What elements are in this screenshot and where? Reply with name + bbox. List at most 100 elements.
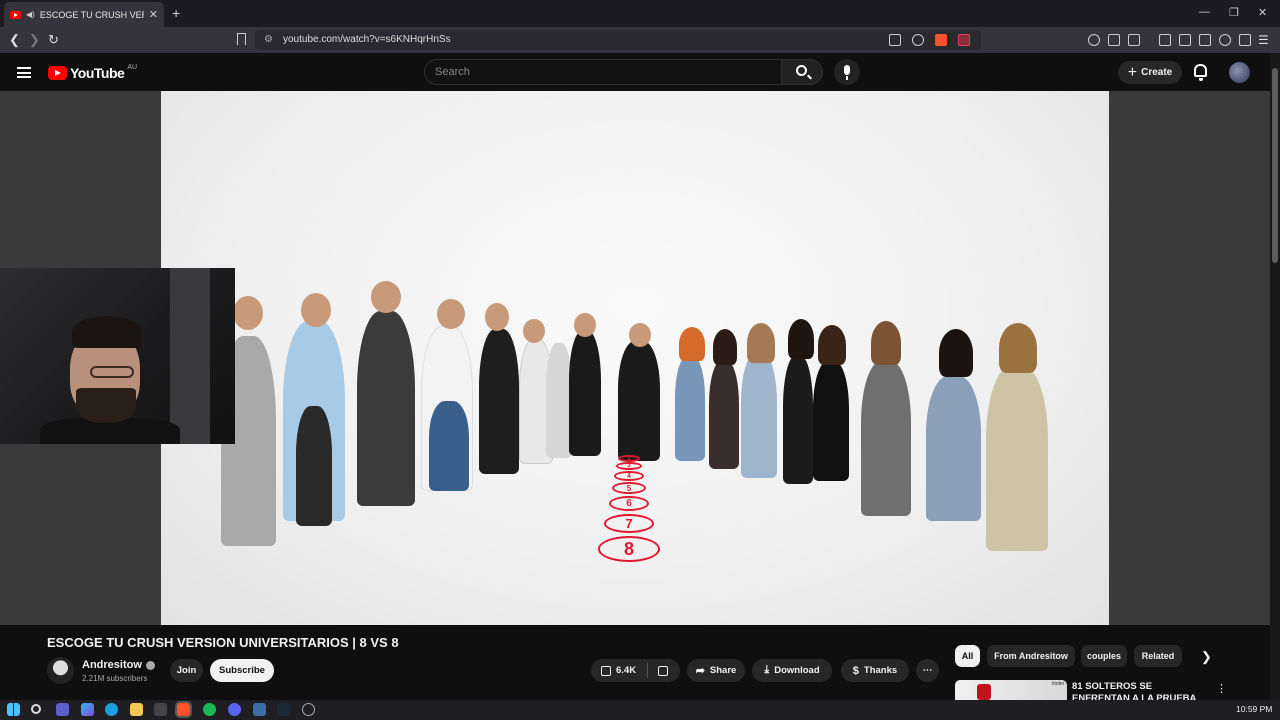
contestant-hair [818, 325, 846, 365]
taskbar-clock[interactable]: 10:59 PM [1236, 704, 1272, 714]
audio-playing-icon[interactable]: ◀) [26, 10, 35, 19]
tab-close-icon[interactable]: ✕ [149, 8, 158, 21]
windows-start-icon[interactable] [7, 703, 20, 716]
recommendation-title[interactable]: 81 SOLTEROS SE ENFRENTAN A LA PRUEBA DEL… [1072, 681, 1212, 700]
hamburger-menu-icon[interactable] [17, 67, 31, 78]
youtube-logo[interactable]: YouTube AU [48, 64, 137, 81]
create-button[interactable]: + Create [1118, 61, 1182, 84]
taskbar-search-icon[interactable] [31, 704, 41, 714]
channel-name-row[interactable]: Andresitow [82, 659, 155, 671]
copilot-icon[interactable] [81, 703, 94, 716]
download-icon: ⤓ [764, 664, 770, 676]
floor-number: 2 [618, 455, 640, 462]
contestant-figure [618, 341, 660, 461]
minimize-button[interactable]: — [1199, 6, 1210, 18]
sidebar-icon[interactable] [1179, 34, 1191, 46]
forward-icon[interactable]: ❯ [29, 32, 40, 48]
chips-next-chevron-icon[interactable]: ❯ [1201, 649, 1212, 665]
notifications-bell-icon[interactable] [1194, 64, 1207, 81]
address-bar[interactable]: ⚙ youtube.com/watch?v=s6KNHqrHnSs [255, 30, 981, 50]
like-dislike-group[interactable]: 6.4K [591, 659, 680, 682]
store-icon[interactable] [154, 703, 167, 716]
extension-s-icon[interactable] [1088, 34, 1100, 46]
media-icon[interactable] [1159, 34, 1171, 46]
steam-icon[interactable] [277, 703, 290, 716]
app-circle-icon[interactable] [302, 703, 315, 716]
chip-couples[interactable]: couples [1081, 645, 1127, 667]
contestant-head [437, 299, 465, 329]
new-tab-button[interactable]: + [172, 5, 180, 21]
teams-icon[interactable] [56, 703, 69, 716]
search-button[interactable] [781, 59, 823, 85]
channel-name[interactable]: Andresitow [82, 659, 142, 671]
thanks-label: Thanks [863, 665, 898, 676]
contestant-head [574, 313, 596, 337]
brave-taskbar-icon[interactable] [175, 701, 192, 718]
create-label: Create [1141, 67, 1173, 78]
channel-avatar[interactable] [47, 657, 74, 684]
chip-related[interactable]: Related [1134, 645, 1182, 667]
close-window-button[interactable]: ✕ [1258, 6, 1267, 19]
bookmark-icon[interactable] [237, 33, 246, 45]
tab-title: ESCOGE TU CRUSH VERSION [39, 9, 144, 20]
share-label: Share [709, 665, 737, 676]
contestant-head [629, 323, 651, 347]
contestant-hair [747, 323, 775, 363]
user-avatar[interactable] [1229, 62, 1250, 83]
contestant-hair [713, 329, 737, 365]
contestant-hair [788, 319, 814, 359]
share-button[interactable]: ➦ Share [687, 659, 745, 682]
video-player[interactable]: 8 7 6 5 4 3 2 [161, 91, 1109, 625]
leo-ai-icon[interactable] [1219, 34, 1231, 46]
edge-icon[interactable] [105, 703, 118, 716]
thumbs-up-icon[interactable] [601, 665, 611, 676]
voice-search-icon[interactable] [834, 59, 860, 85]
back-icon[interactable]: ❮ [9, 32, 20, 48]
join-button[interactable]: Join [170, 659, 203, 682]
contestant-figure [709, 361, 739, 469]
wallet-icon[interactable] [1199, 34, 1211, 46]
site-info-icon[interactable]: ⚙ [264, 34, 273, 45]
screenshot-icon[interactable] [1128, 34, 1140, 46]
contestant-hair [679, 327, 705, 361]
reload-icon[interactable]: ↻ [48, 32, 59, 48]
file-explorer-icon[interactable] [130, 703, 143, 716]
brave-rewards-icon[interactable] [958, 34, 970, 46]
subscribe-button[interactable]: Subscribe [210, 659, 274, 682]
app-icon[interactable] [253, 703, 266, 716]
more-actions-button[interactable]: ⋯ [916, 659, 939, 682]
contestant-head [233, 296, 263, 330]
scrollbar-thumb[interactable] [1272, 68, 1278, 263]
webcam-overlay [0, 268, 235, 444]
chip-all[interactable]: All [955, 645, 980, 667]
verified-check-icon [145, 660, 155, 670]
cast-icon[interactable] [889, 34, 901, 46]
search-input[interactable]: Search [424, 59, 782, 85]
contestant-figure [296, 406, 332, 526]
floor-number: 6 [609, 496, 649, 511]
discord-icon[interactable] [228, 703, 241, 716]
webcam-background-door [170, 268, 210, 444]
extensions-icon[interactable] [1108, 34, 1120, 46]
contestant-figure [569, 331, 601, 456]
recommendation-thumbnail[interactable]: tinder [955, 680, 1067, 700]
youtube-play-icon [48, 66, 67, 80]
contestant-figure [861, 361, 911, 516]
recommendation-menu-icon[interactable]: ⋮ [1216, 682, 1227, 695]
contestant-figure [986, 366, 1048, 551]
browser-tab[interactable]: ◀) ESCOGE TU CRUSH VERSION ✕ [4, 2, 164, 27]
thumbs-down-icon[interactable] [658, 665, 669, 676]
browser-menu-icon[interactable]: ☰ [1258, 33, 1269, 47]
vpn-icon[interactable] [1239, 34, 1251, 46]
youtube-wordmark: YouTube [70, 65, 125, 81]
chip-from-andresitow[interactable]: From Andresitow [987, 645, 1075, 667]
spotify-icon[interactable] [203, 703, 216, 716]
subscriber-count: 2.21M subscribers [82, 674, 148, 683]
restore-button[interactable]: ❐ [1229, 6, 1239, 19]
share-page-icon[interactable] [912, 34, 924, 46]
url-text: youtube.com/watch?v=s6KNHqrHnSs [283, 34, 451, 45]
download-button[interactable]: ⤓ Download [752, 659, 832, 682]
thanks-button[interactable]: $ Thanks [841, 659, 909, 682]
brave-shields-icon[interactable] [935, 34, 947, 46]
contestant-hair [999, 323, 1037, 373]
